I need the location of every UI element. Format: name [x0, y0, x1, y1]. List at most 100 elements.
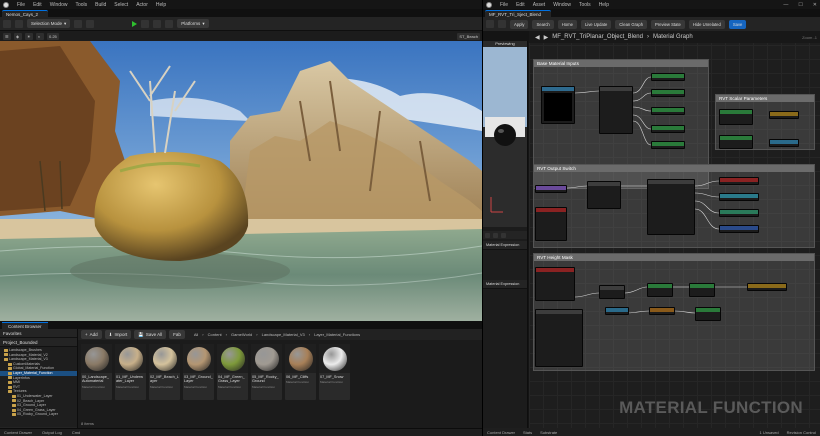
preview-state-button[interactable]: Preview State — [651, 19, 685, 29]
node-rvt-switch[interactable] — [587, 181, 621, 209]
menu-help[interactable]: Help — [156, 2, 166, 8]
project-section[interactable]: Project_Bounded — [0, 338, 77, 347]
save-all-button[interactable]: 💾 Save All — [134, 330, 167, 339]
node-roughness-output[interactable] — [651, 107, 685, 115]
node-world-position[interactable] — [535, 207, 567, 241]
substrate-button[interactable]: Substrate — [540, 430, 557, 435]
import-button[interactable]: ⬇ Import — [104, 330, 132, 339]
step-icon[interactable] — [141, 19, 150, 28]
content-drawer-button[interactable]: Content Drawer — [487, 430, 515, 435]
selection-mode-button[interactable]: Selection Mode ▾ — [27, 19, 71, 28]
node-height-lerp[interactable] — [695, 307, 721, 321]
menu-tools[interactable]: Tools — [75, 2, 87, 8]
menu-build[interactable]: Build — [95, 2, 106, 8]
unsaved-indicator[interactable]: 1 Unsaved — [760, 430, 779, 435]
perspective-button[interactable]: ◈ — [14, 32, 22, 40]
stats-button[interactable]: Stats — [523, 430, 532, 435]
node-rvt-color-output[interactable] — [719, 177, 759, 185]
revision-control-button[interactable]: Revision Control — [787, 430, 816, 435]
menu-file[interactable]: File — [500, 2, 508, 8]
asset-tile[interactable]: 05_MF_Rocky_Ground Material Function — [251, 344, 282, 400]
material-tab[interactable]: MF_RVT_Tri_Sject_Blend — [485, 10, 552, 17]
node-height-scalar[interactable] — [605, 307, 629, 315]
level-tab[interactable]: Nemos_Cays_2 — [2, 10, 49, 17]
grid-icon[interactable] — [501, 232, 506, 238]
outliner-label[interactable]: ST_Beach — [457, 32, 480, 40]
node-height-sample[interactable] — [535, 309, 583, 367]
node-height-math-c[interactable] — [689, 283, 715, 297]
node-rvt-out-b[interactable] — [769, 139, 799, 147]
node-make-material-attributes[interactable] — [599, 86, 633, 134]
material-graph[interactable]: ◀ ▶ MF_RVT_TriPlanar_Object_Blend › Mate… — [529, 31, 820, 428]
node-height-param[interactable] — [535, 267, 575, 301]
menu-file[interactable]: File — [17, 2, 25, 8]
menu-edit[interactable]: Edit — [516, 2, 525, 8]
menu-window[interactable]: Window — [50, 2, 68, 8]
apply-button[interactable]: Apply — [510, 19, 529, 29]
menu-window[interactable]: Window — [553, 2, 571, 8]
save-icon[interactable] — [486, 20, 494, 28]
output-log-button[interactable]: Output Log — [42, 430, 62, 435]
play-options-icon[interactable] — [165, 19, 174, 28]
node-height-math-b[interactable] — [647, 283, 673, 297]
asset-tile[interactable]: 00_Landscape_Automaterial Material Functi… — [81, 344, 112, 400]
node-specular-output[interactable] — [651, 125, 685, 133]
minimize-icon[interactable]: — — [783, 2, 788, 8]
menu-edit[interactable]: Edit — [33, 2, 42, 8]
menu-actor[interactable]: Actor — [136, 2, 148, 8]
asset-tile[interactable]: 03_MF_Ground_Layer Material Function — [183, 344, 214, 400]
node-displacement-output[interactable] — [651, 141, 685, 149]
stop-icon[interactable] — [153, 19, 162, 28]
favorites-section[interactable]: Favorites — [0, 329, 77, 338]
preview-viewport[interactable] — [483, 47, 527, 227]
node-feature-level-switch[interactable] — [535, 185, 567, 193]
hide-unrelated-button[interactable]: Hide Unrelated — [688, 19, 725, 29]
asset-tile[interactable]: 02_MF_Beach_Layer Material Function — [149, 344, 180, 400]
viewport-menu-button[interactable]: ☰ — [3, 32, 11, 40]
content-browser-tab[interactable]: Content Browser — [2, 322, 48, 329]
blueprint-icon[interactable] — [74, 19, 83, 28]
platforms-button[interactable]: Platforms ▾ — [177, 19, 209, 28]
node-rvt-roughness-output[interactable] — [719, 209, 759, 217]
lit-button[interactable]: ☀ — [25, 32, 33, 40]
play-icon[interactable] — [132, 20, 138, 27]
fab-button[interactable]: Fab — [169, 330, 185, 339]
save-button[interactable]: Save — [728, 19, 747, 29]
show-button[interactable]: ◐ — [36, 32, 44, 40]
menu-tools[interactable]: Tools — [579, 2, 591, 8]
cinematics-icon[interactable] — [86, 19, 95, 28]
level-viewport[interactable] — [0, 41, 482, 321]
asset-tile[interactable]: 06_MF_Cliffs Material Function — [285, 344, 316, 400]
shape-icon[interactable] — [493, 232, 498, 238]
node-normal-output[interactable] — [651, 73, 685, 81]
node-rvt-sample[interactable] — [647, 179, 695, 235]
node-rvt-specular-output[interactable] — [719, 193, 759, 201]
close-icon[interactable]: ✕ — [813, 2, 817, 8]
node-height-output[interactable] — [747, 283, 787, 291]
node-rvt-normal-output[interactable] — [719, 225, 759, 233]
node-base-color-param[interactable] — [541, 86, 575, 124]
maximize-icon[interactable]: ☐ — [798, 2, 802, 8]
save-icon[interactable] — [3, 19, 11, 28]
asset-tile[interactable]: 01_MF_Underwater_Layer Material Function — [115, 344, 146, 400]
node-rvt-out-a[interactable] — [769, 111, 799, 119]
live-update-button[interactable]: Live Update — [580, 19, 612, 29]
fov-value[interactable]: 0.25 — [47, 32, 59, 40]
node-height-mult[interactable] — [649, 307, 675, 315]
asset-tile[interactable]: 07_MF_Snow Material Function — [319, 344, 350, 400]
home-button[interactable]: Home — [557, 19, 577, 29]
asset-tile[interactable]: 04_MF_Green_Grass_Layer Material Function — [217, 344, 248, 400]
node-base-color-output[interactable] — [651, 89, 685, 97]
add-actor-icon[interactable] — [15, 19, 23, 28]
node-rvt-scalar-a[interactable] — [719, 109, 753, 125]
pen-icon[interactable] — [485, 232, 490, 238]
folder-item[interactable]: 05_Rocky_Ground_Layer — [0, 412, 77, 417]
search-button[interactable]: Search — [532, 19, 554, 29]
node-height-math-a[interactable] — [599, 285, 625, 299]
menu-select[interactable]: Select — [114, 2, 128, 8]
node-rvt-scalar-b[interactable] — [719, 135, 753, 149]
menu-asset[interactable]: Asset — [533, 2, 546, 8]
content-drawer-button[interactable]: Content Drawer — [4, 430, 32, 435]
browse-icon[interactable] — [498, 20, 506, 28]
clean-graph-button[interactable]: Clean Graph — [615, 19, 648, 29]
